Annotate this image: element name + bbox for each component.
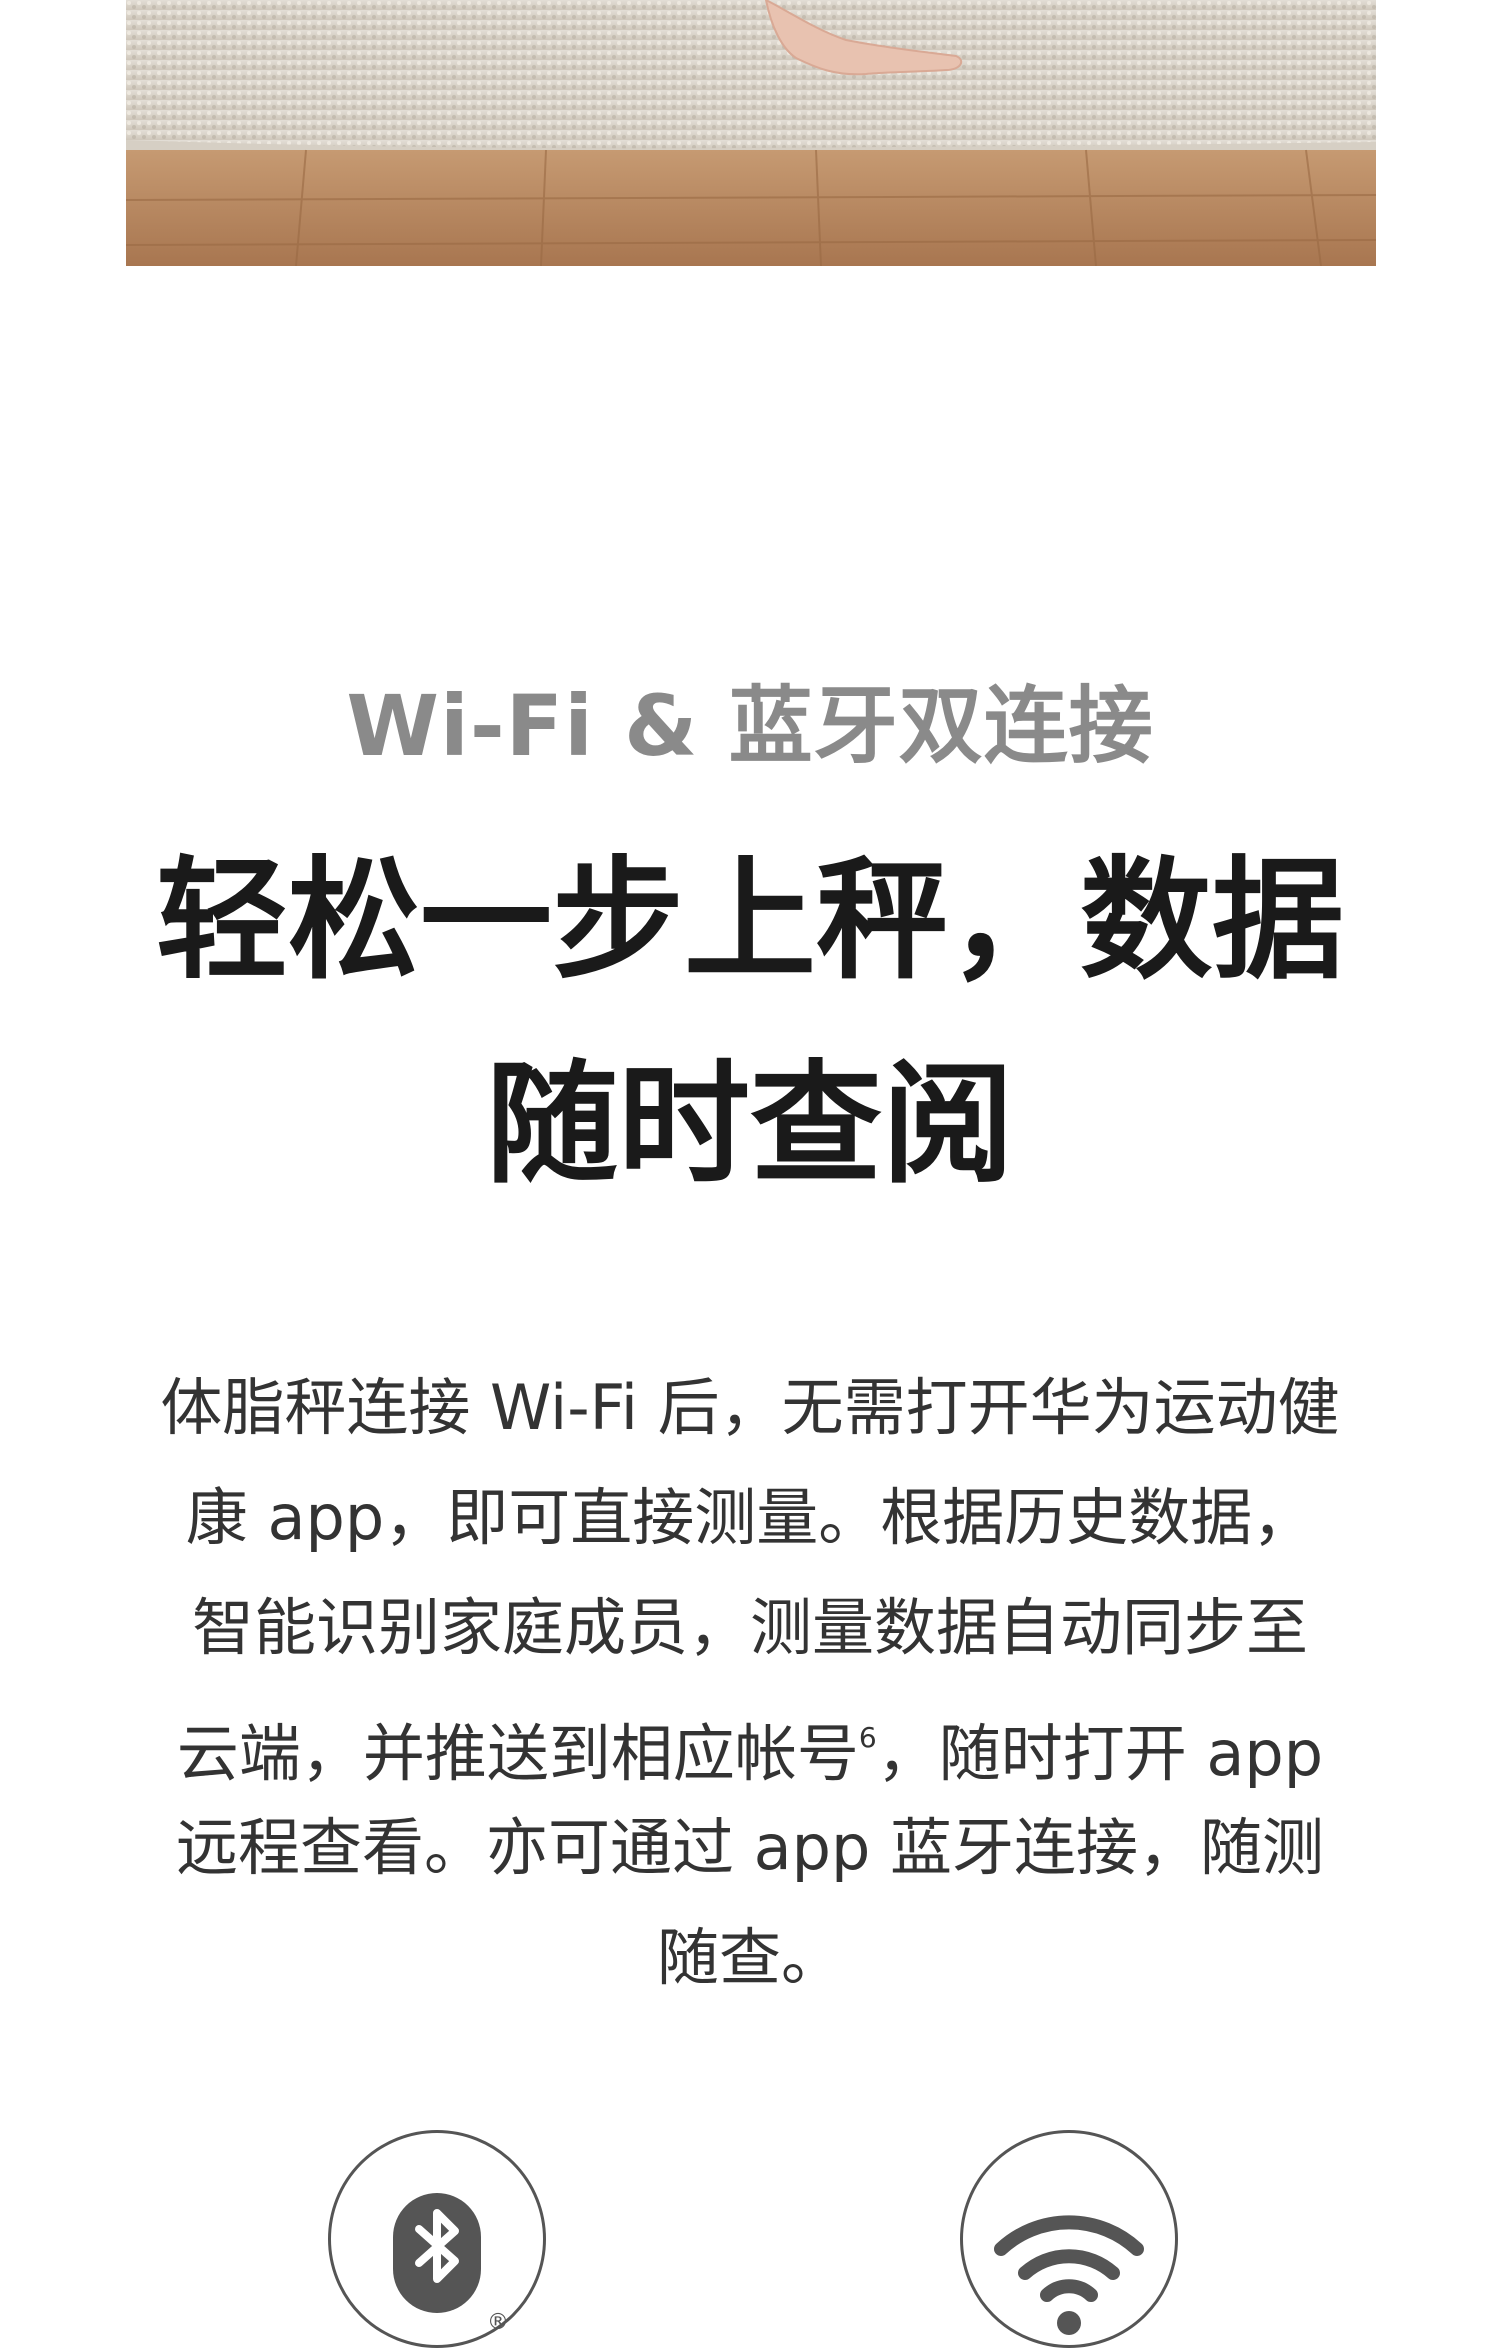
- body-line-4b: ，随时打开 app: [876, 1717, 1324, 1790]
- body-line-6: 随查。: [656, 1921, 843, 1994]
- hero-photo: [126, 0, 1376, 266]
- bluetooth-icon-badge: ®: [328, 2130, 546, 2348]
- headline-line-1: 轻松一步上秤，数据: [156, 844, 1344, 998]
- wifi-icon-badge: [960, 2130, 1178, 2348]
- body-line-3: 智能识别家庭成员，测量数据自动同步至: [191, 1591, 1308, 1664]
- headline-line-2: 随时查阅: [486, 1048, 1014, 1202]
- body-line-4: 云端，并推送到相应帐号6，随时打开 app: [0, 1698, 1500, 1794]
- registered-mark: ®: [487, 2310, 509, 2335]
- bluetooth-icon: ®: [393, 2193, 509, 2335]
- section-subtitle: Wi-Fi & 蓝牙双连接: [346, 677, 1154, 775]
- footnote-mark: 6: [858, 1721, 877, 1754]
- wifi-icon: [994, 2215, 1144, 2335]
- body-line-1: 体脂秤连接 Wi-Fi 后，无需打开华为运动健: [160, 1371, 1340, 1444]
- body-line-5: 远程查看。亦可通过 app 蓝牙连接，随测: [175, 1811, 1325, 1884]
- body-line-2: 康 app，即可直接测量。根据历史数据，: [185, 1481, 1315, 1554]
- body-line-4a: 云端，并推送到相应帐号: [176, 1717, 859, 1790]
